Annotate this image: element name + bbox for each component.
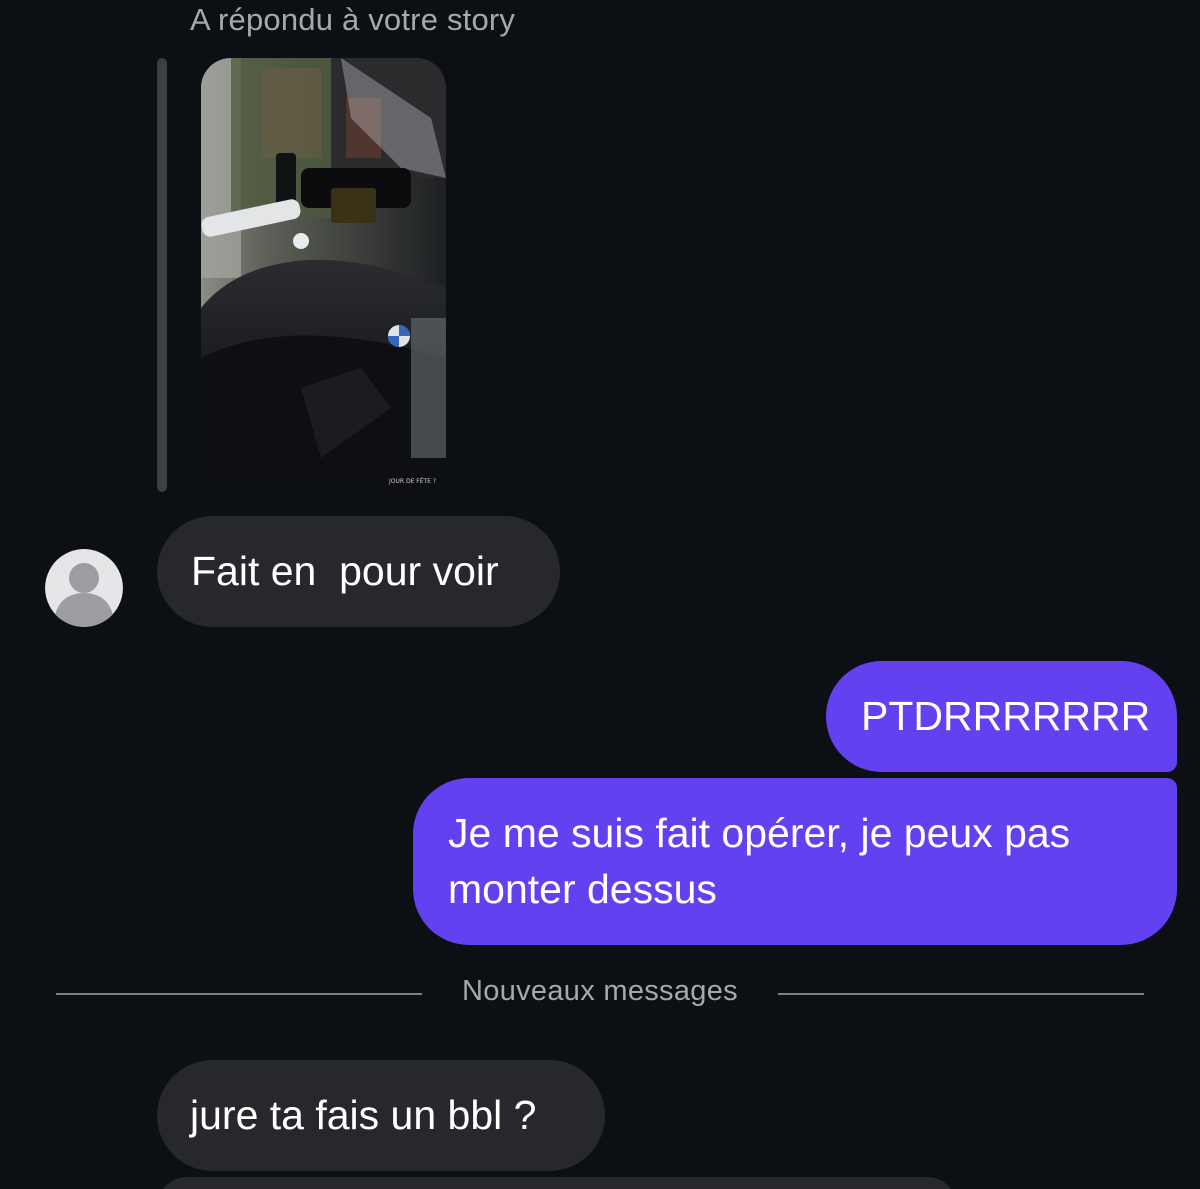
- story-thumbnail[interactable]: JOUR DE FÊTE ?: [201, 58, 446, 493]
- new-messages-divider: Nouveaux messages: [56, 975, 1144, 1015]
- incoming-message-bubble[interactable]: Fait en pour voir: [157, 516, 560, 627]
- chat-screen: A répondu à votre story JOUR DE FÊTE ? F…: [0, 0, 1200, 1189]
- motorcycle-story-image: JOUR DE FÊTE ?: [201, 58, 446, 493]
- new-messages-label: Nouveaux messages: [462, 975, 738, 1007]
- reply-indicator-bar: [157, 58, 167, 492]
- incoming-message-bubble[interactable]: jure ta fais un bbl ?: [157, 1060, 605, 1171]
- incoming-message-bubble-partial[interactable]: [157, 1177, 957, 1189]
- outgoing-message-bubble[interactable]: PTDRRRRRRR: [826, 661, 1177, 772]
- outgoing-message-bubble[interactable]: Je me suis fait opérer, je peux pas mont…: [413, 778, 1177, 945]
- story-reply-caption: A répondu à votre story: [190, 2, 516, 37]
- default-user-avatar-icon[interactable]: [45, 549, 123, 627]
- story-overlay-text: JOUR DE FÊTE ?: [388, 477, 436, 485]
